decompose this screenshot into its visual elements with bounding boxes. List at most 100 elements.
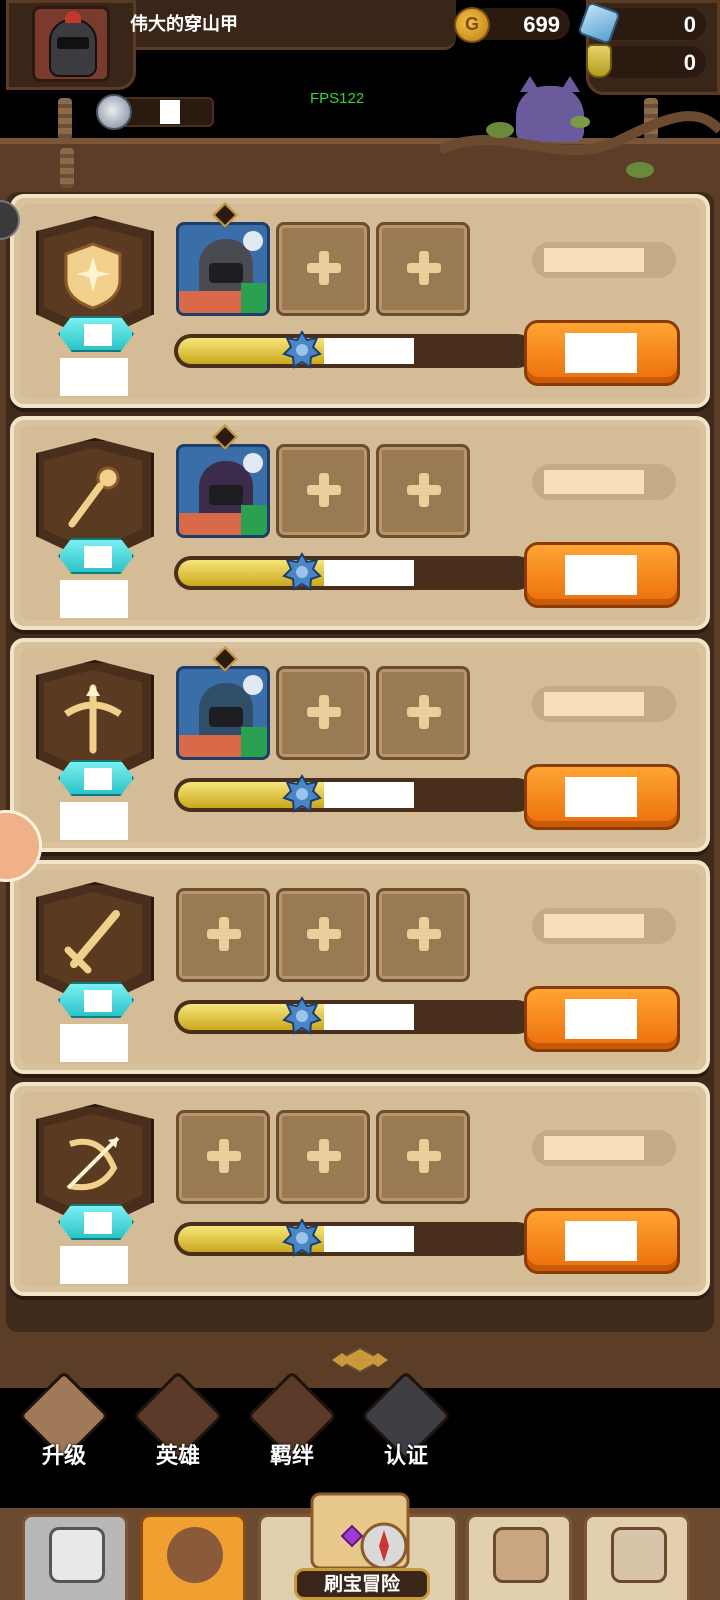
- tab-forge[interactable]: [584, 1514, 690, 1600]
- tab-backpack[interactable]: [466, 1514, 572, 1600]
- gear-icon: [282, 552, 322, 591]
- class-row: [10, 416, 710, 630]
- heroes-tab-icon: [167, 1527, 223, 1583]
- shield-icon: [60, 240, 126, 310]
- subnav-hero-label: 英雄: [155, 1444, 200, 1469]
- tab-heroes[interactable]: [140, 1514, 246, 1600]
- plus-icon: [407, 251, 441, 285]
- stat-bonus-pill: [532, 1130, 676, 1166]
- plus-icon: [407, 917, 441, 951]
- class-row: [10, 194, 710, 408]
- class-level-text: [60, 358, 128, 396]
- fps-counter: FPS122: [310, 90, 365, 107]
- class-row: [10, 1082, 710, 1296]
- progress-text: [324, 560, 414, 586]
- sword-icon: [60, 906, 126, 976]
- stat-bonus-pill: [532, 908, 676, 944]
- gear-icon: [282, 774, 322, 813]
- hero-face: [209, 707, 243, 727]
- empty-hero-slot[interactable]: [376, 888, 470, 982]
- subnav-upgrade-label: 升级: [41, 1444, 86, 1469]
- experience-progress-bar: [174, 552, 534, 591]
- potion-icon: [586, 44, 612, 78]
- stat-bonus-pill: [532, 242, 676, 278]
- plus-icon: [207, 1139, 241, 1173]
- divider-ornament-icon: [332, 1347, 388, 1373]
- subnav-bond[interactable]: 羁绊: [246, 1370, 338, 1469]
- wind-icon: [243, 231, 263, 251]
- stat-bonus-pill: [532, 464, 676, 500]
- empty-hero-slot[interactable]: [376, 222, 470, 316]
- subnav-upgrade[interactable]: 升级: [18, 1370, 110, 1469]
- class-level-text: [60, 1024, 128, 1062]
- avatar[interactable]: [32, 6, 110, 82]
- plus-icon: [407, 1139, 441, 1173]
- upgrade-button-label: [565, 1221, 637, 1261]
- potion-counter: 0: [600, 46, 706, 78]
- subnav-bond-label: 羁绊: [269, 1444, 314, 1469]
- upgrade-button[interactable]: [524, 986, 680, 1052]
- subnav-hero[interactable]: 英雄: [132, 1370, 224, 1469]
- empty-hero-slot[interactable]: [276, 1110, 370, 1204]
- class-level-text: [60, 802, 128, 840]
- staff-icon: [60, 462, 126, 532]
- gear-icon: [282, 996, 322, 1035]
- crossbow-role-icon: [241, 727, 267, 757]
- empty-hero-slot[interactable]: [376, 444, 470, 538]
- gold-coin-icon: [454, 7, 490, 43]
- hero-card[interactable]: [176, 222, 270, 316]
- hero-card-footer: [179, 513, 241, 535]
- hero-rank-pip: [206, 434, 240, 450]
- upgrade-button[interactable]: [524, 764, 680, 830]
- sub-navigation: 升级 英雄 羁绊 认证: [0, 1370, 720, 1469]
- hero-card[interactable]: [176, 666, 270, 760]
- empty-hero-slot[interactable]: [276, 444, 370, 538]
- stat-bonus-pill: [532, 686, 676, 722]
- empty-hero-slot[interactable]: [276, 222, 370, 316]
- forge-icon: [611, 1527, 667, 1583]
- experience-progress-bar: [174, 1218, 534, 1257]
- hero-card-footer: [179, 291, 241, 313]
- plus-icon: [307, 917, 341, 951]
- hero-face: [209, 485, 243, 505]
- rope-hanging: [60, 148, 74, 188]
- empty-hero-slot[interactable]: [276, 888, 370, 982]
- silver-token-icon: [96, 94, 132, 130]
- upgrade-button[interactable]: [524, 542, 680, 608]
- rank-gem-badge: [58, 538, 134, 574]
- rank-gem-badge: [58, 316, 134, 352]
- hero-card-footer: [179, 735, 241, 757]
- rank-gem-badge: [58, 760, 134, 796]
- gold-value: 699: [523, 12, 560, 37]
- player-name: 伟大的穿山甲: [130, 14, 238, 35]
- hero-card[interactable]: [176, 444, 270, 538]
- class-level-text: [60, 1246, 128, 1284]
- upgrade-button[interactable]: [524, 1208, 680, 1274]
- potion-value: 0: [683, 50, 696, 75]
- shop-icon: [49, 1527, 105, 1583]
- gear-icon: [282, 1218, 322, 1257]
- empty-hero-slot[interactable]: [276, 666, 370, 760]
- progress-text: [324, 338, 414, 364]
- upgrade-button[interactable]: [524, 320, 680, 386]
- hero-rank-pip: [206, 212, 240, 228]
- subnav-certify-label: 认证: [383, 1444, 428, 1469]
- upgrade-button-label: [565, 777, 637, 817]
- subnav-certify[interactable]: 认证: [360, 1370, 452, 1469]
- class-row: [10, 860, 710, 1074]
- upgrade-button-label: [565, 333, 637, 373]
- empty-hero-slot[interactable]: [176, 1110, 270, 1204]
- experience-progress-bar: [174, 774, 534, 813]
- empty-hero-slot[interactable]: [376, 1110, 470, 1204]
- shield-role-icon: [241, 283, 267, 313]
- progress-text: [324, 1226, 414, 1252]
- plus-icon: [307, 1139, 341, 1173]
- tab-shop[interactable]: [22, 1514, 128, 1600]
- upgrade-button-label: [565, 555, 637, 595]
- empty-hero-slot[interactable]: [376, 666, 470, 760]
- backpack-icon: [493, 1527, 549, 1583]
- water-icon: [243, 675, 263, 695]
- class-row: [10, 638, 710, 852]
- adventure-button-label[interactable]: 刷宝冒险: [294, 1568, 430, 1600]
- empty-hero-slot[interactable]: [176, 888, 270, 982]
